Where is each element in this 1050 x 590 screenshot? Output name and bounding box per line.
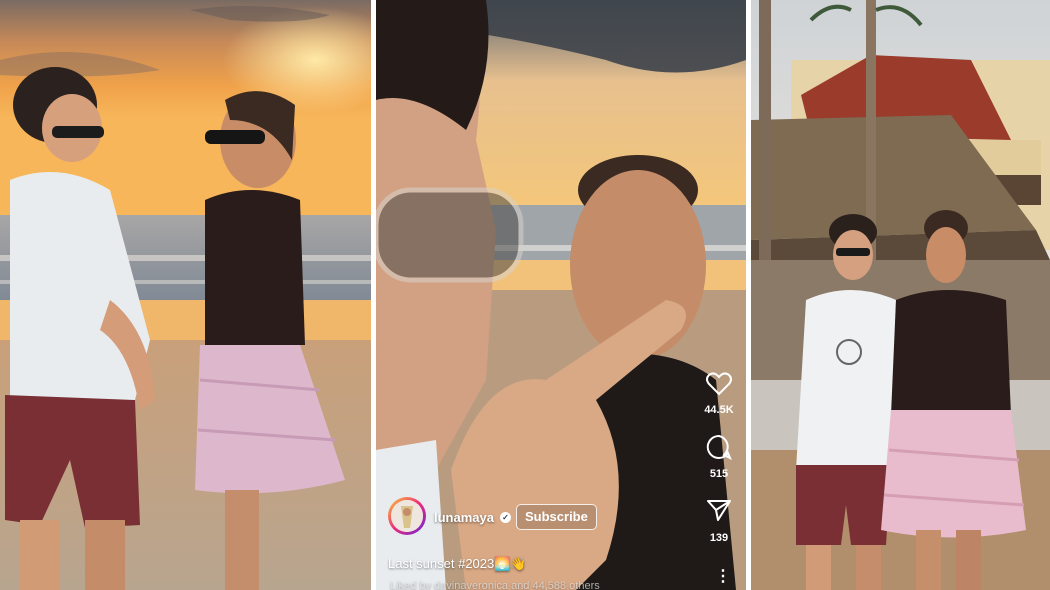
avatar[interactable] (388, 497, 426, 535)
caption[interactable]: Last sunset #2023🌅👋 (388, 556, 527, 572)
photo-panel-resort (751, 0, 1050, 590)
photo-panel-beach-sunset (0, 0, 371, 590)
resort-walk-photo (751, 0, 1050, 590)
comment-count: 515 (709, 468, 729, 480)
verified-badge-icon: ✓ (500, 512, 511, 523)
more-options-icon[interactable]: ⋮ (715, 566, 731, 586)
like-button[interactable] (706, 372, 732, 401)
paper-plane-icon (707, 500, 731, 521)
beach-sunset-photo (0, 0, 371, 590)
subscribe-button[interactable]: Subscribe (516, 504, 597, 530)
avatar-image (391, 500, 423, 532)
comment-bubble-icon (706, 434, 732, 461)
heart-icon (706, 372, 732, 396)
reel-video-frame (376, 0, 746, 590)
comment-button[interactable] (706, 434, 732, 465)
share-count: 139 (709, 532, 729, 544)
username[interactable]: lunamaya (434, 510, 494, 525)
liked-by-text[interactable]: Liked by davinaveronica and 44,588 other… (390, 580, 600, 590)
share-button[interactable] (706, 498, 732, 527)
reel-panel[interactable]: 44.5K 515 139 ⋮ lunamaya ✓ Subscribe Las… (376, 0, 746, 590)
like-count: 44.5K (704, 404, 734, 416)
